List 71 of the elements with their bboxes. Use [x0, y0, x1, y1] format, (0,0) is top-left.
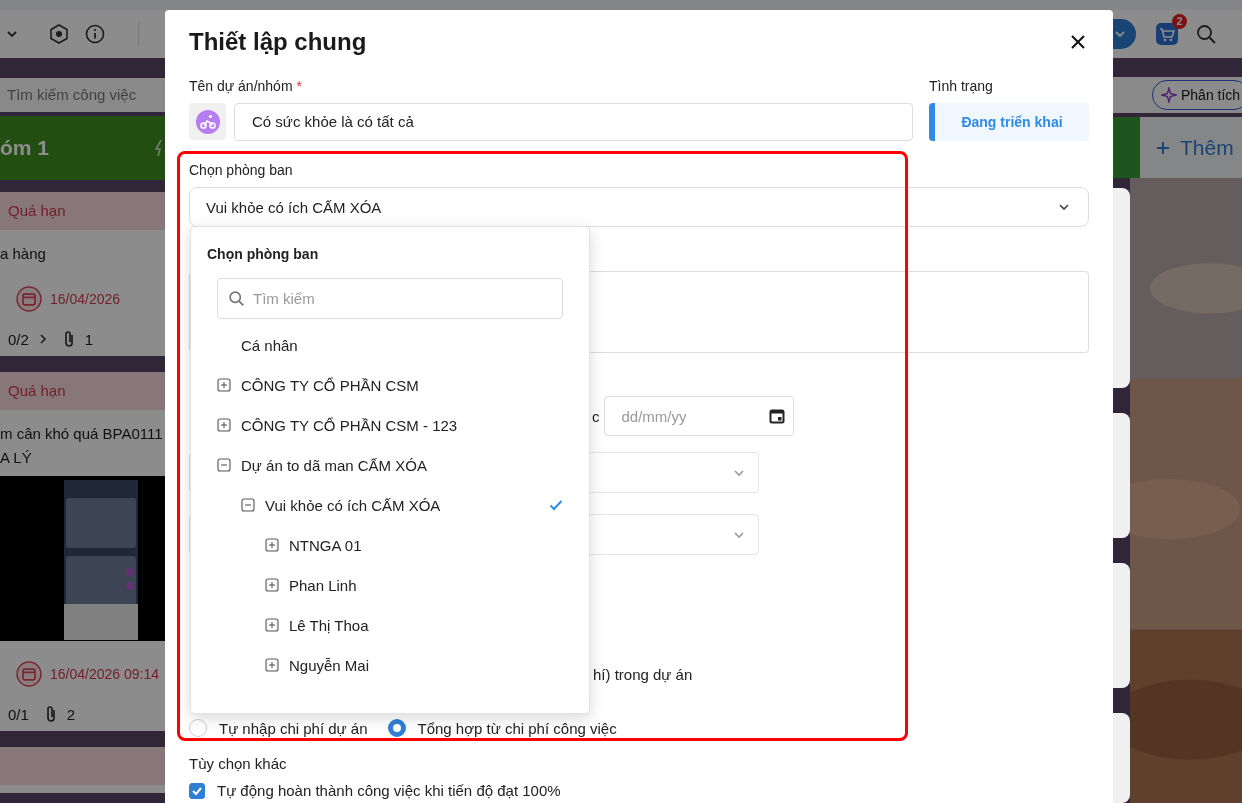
field-label: Chọn phòng ban — [189, 161, 294, 180]
status-label: Quá hạn — [8, 382, 66, 399]
task-title: a hàng — [0, 244, 47, 264]
cart-icon[interactable] — [1156, 23, 1178, 45]
checkbox-option[interactable]: Tự động hoàn thành công việc khi tiến độ đạt 100% — [189, 782, 1089, 799]
search-icon — [228, 290, 245, 307]
tree-item[interactable]: CÔNG TY CỔ PHẦN CSM — [191, 365, 589, 405]
field-label: Tên dự án/nhóm — [189, 78, 293, 94]
task-card[interactable]: Quá hạn m cân khó quá BPA0111 A LÝ 16/04/2026 09:14 0/1 2 — [0, 372, 165, 731]
caret-icon[interactable] — [6, 30, 18, 38]
close-icon[interactable] — [1070, 34, 1086, 50]
attachment-count: 1 — [84, 330, 94, 348]
toggle-icon[interactable] — [265, 658, 279, 672]
notification-badge: 2 — [1172, 14, 1187, 29]
calendar-icon — [768, 408, 785, 424]
dialog-title: Thiết lập chung — [189, 28, 367, 56]
column-header — [1113, 117, 1140, 178]
field-label: Tình trạng — [929, 77, 994, 96]
attachment-count: 2 — [66, 705, 76, 723]
calendar-icon — [16, 286, 42, 312]
paperclip-icon — [44, 705, 57, 723]
chevron-icon[interactable] — [38, 333, 47, 345]
task-card[interactable]: Quá hạn a hàng 16/04/2026 0/2 1 — [0, 192, 165, 356]
required-mark: * — [296, 78, 302, 94]
tree-item[interactable]: Lê Thị Thoa — [191, 605, 589, 645]
toggle-icon[interactable] — [217, 378, 231, 392]
bolt-icon[interactable] — [155, 140, 165, 156]
chevron-down-icon — [733, 530, 745, 539]
analyze-button[interactable]: Phân tích — [1152, 80, 1242, 111]
paperclip-icon — [62, 330, 75, 348]
toggle-icon[interactable] — [265, 618, 279, 632]
toggle-icon[interactable] — [265, 538, 279, 552]
section-label: Tùy chọn khác — [189, 754, 288, 774]
tree-item[interactable]: Dự án to dã man CẤM XÓA — [191, 445, 589, 485]
chevron-down-icon — [1058, 203, 1070, 211]
tree-item[interactable]: Phan Linh — [191, 565, 589, 605]
toggle-icon[interactable] — [217, 418, 231, 432]
subtask-count: 0/1 — [8, 705, 29, 723]
subtask-count: 0/2 — [8, 330, 29, 348]
task-title: A LÝ — [0, 448, 33, 468]
dropdown-title: Chọn phòng ban — [207, 245, 320, 263]
search-icon[interactable] — [1196, 24, 1216, 44]
avatar-picker[interactable] — [189, 103, 226, 140]
tree-item[interactable]: Vui khỏe có ích CẤM XÓA — [191, 485, 589, 525]
tree-item[interactable]: Cá nhân — [191, 325, 589, 365]
toggle-icon[interactable] — [217, 458, 231, 472]
calendar-icon — [16, 661, 42, 687]
caret-icon — [1114, 30, 1126, 38]
due-date: 16/04/2026 — [50, 291, 121, 307]
toggle-icon[interactable] — [241, 498, 255, 512]
task-card[interactable] — [1113, 713, 1130, 803]
toggle-icon[interactable] — [265, 578, 279, 592]
cost-note: hí) trong dự án — [593, 665, 693, 685]
sparkle-icon — [1161, 87, 1177, 104]
status-label: Quá hạn — [8, 202, 66, 219]
radio-option[interactable]: Tự nhập chi phí dự án — [189, 719, 368, 737]
gear-icon[interactable] — [49, 24, 69, 44]
check-icon — [549, 499, 563, 511]
due-date: 16/04/2026 09:14 — [50, 666, 159, 682]
radio-option[interactable]: Tổng hợp từ chi phí công việc — [387, 719, 617, 737]
info-icon[interactable] — [85, 24, 105, 44]
plus-icon — [1156, 140, 1170, 155]
tree-item[interactable]: Nguyễn Mai — [191, 645, 589, 685]
tree-item[interactable]: CÔNG TY CỔ PHẦN CSM - 123 — [191, 405, 589, 445]
column-title: óm 1 — [0, 136, 49, 160]
name-input[interactable]: Có sức khỏe là có tất cả — [234, 103, 913, 141]
field-label: c — [592, 407, 600, 425]
task-title: m cân khó quá BPA0111 — [0, 424, 164, 444]
tree-item[interactable]: NTNGA 01 — [191, 525, 589, 565]
chevron-down-icon — [733, 468, 745, 477]
cyclist-icon — [195, 109, 220, 134]
